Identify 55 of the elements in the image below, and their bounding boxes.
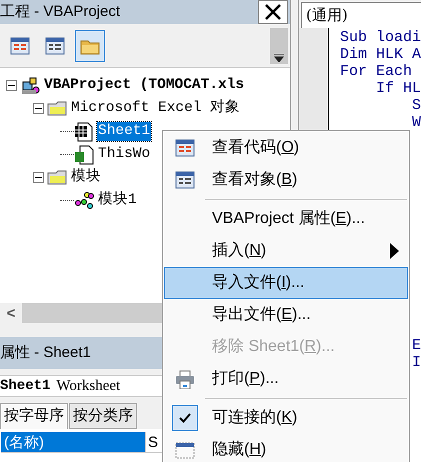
tree-item[interactable]: 模块 [70, 168, 102, 187]
collapse-toggle[interactable] [6, 80, 17, 91]
code-line: E [410, 337, 421, 354]
close-button[interactable] [258, 0, 288, 24]
project-icon [20, 76, 40, 96]
toolbar-overflow[interactable] [270, 28, 288, 64]
code-window-icon [10, 36, 30, 54]
menu-item[interactable]: VBAProject 属性(E)... [164, 203, 408, 235]
menu-item[interactable]: 导出文件(E)... [164, 299, 408, 331]
window-icon [175, 440, 195, 460]
close-icon [264, 3, 282, 21]
form-window-icon [45, 36, 65, 54]
printer-icon [175, 370, 195, 388]
object-type: Worksheet [56, 376, 120, 396]
minus-icon [35, 174, 42, 181]
tree-item[interactable]: 模块1 [97, 191, 138, 210]
menu-item: 移除 Sheet1(R)... [211, 337, 336, 357]
code-line: Sub loadi [340, 29, 421, 46]
tree-item[interactable]: ThisWo [97, 145, 152, 164]
code-line: S [410, 97, 421, 114]
code-line: I [410, 354, 421, 371]
code-line: W [410, 114, 421, 131]
code-line: If HL [374, 80, 421, 97]
tab[interactable]: 按字母序 [0, 403, 68, 429]
tree-item[interactable]: Microsoft Excel 对象 [70, 99, 242, 118]
object-dropdown[interactable]: (通用) [300, 2, 421, 28]
menu-item[interactable]: 导入文件(I)... [164, 267, 408, 299]
code-window-icon [175, 138, 195, 158]
folder-icon [47, 98, 67, 118]
code-line: For Each [340, 63, 413, 80]
tab[interactable]: 按分类序 [69, 403, 137, 429]
object-name: Sheet1 [0, 376, 50, 396]
tree-item[interactable]: VBAProject (TOMOCAT.xls [43, 76, 246, 95]
module-icon [74, 190, 94, 210]
menu-item[interactable]: 可连接的(K) [164, 402, 408, 434]
tree-item[interactable]: Sheet1 [97, 122, 152, 141]
folder-icon [47, 168, 67, 188]
code-line: Dim HLK A [340, 46, 421, 63]
menu-item[interactable]: 插入(N) [164, 235, 408, 267]
form-window-icon [175, 170, 195, 190]
workbook-icon [74, 144, 94, 164]
submenu-arrow-icon [390, 243, 399, 259]
checkmark-icon [179, 413, 191, 423]
collapse-toggle[interactable] [33, 172, 44, 183]
chevron-down-icon [274, 54, 284, 62]
menu-item[interactable]: 查看对象(B) [164, 164, 408, 196]
collapse-toggle[interactable] [33, 103, 44, 114]
minus-icon [8, 82, 15, 89]
window-title: 属性 - Sheet1 [0, 342, 91, 363]
window-title: 工程 - VBAProject [0, 2, 122, 22]
toolbar-button[interactable] [75, 30, 105, 62]
minus-icon [35, 105, 42, 112]
worksheet-icon [74, 122, 94, 142]
property-name[interactable]: (名称) [1, 432, 146, 453]
menu-item[interactable]: 查看代码(O) [164, 132, 408, 164]
